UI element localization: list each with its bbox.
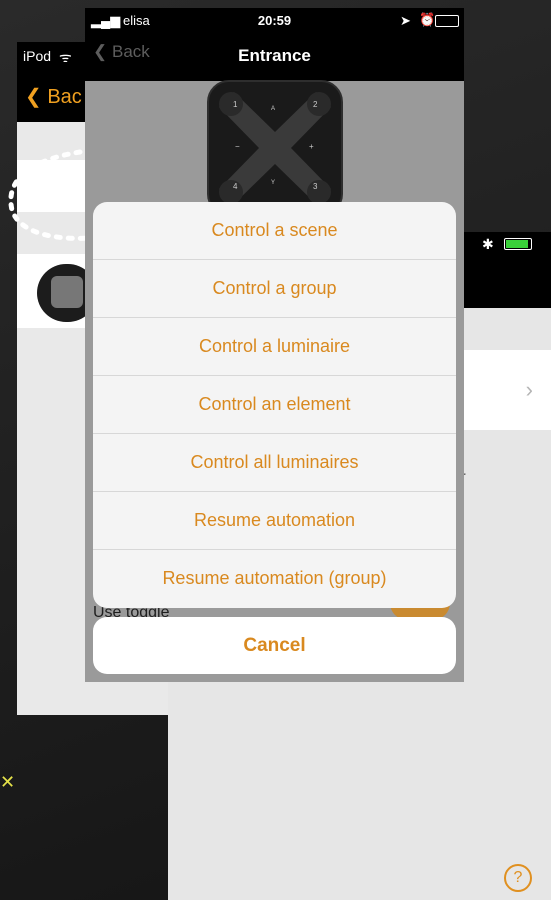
action-control-scene[interactable]: Control a scene	[93, 202, 456, 259]
action-resume-automation-group[interactable]: Resume automation (group)	[93, 549, 456, 606]
cancel-button[interactable]: Cancel	[93, 617, 456, 674]
page-title: Entrance	[238, 46, 311, 65]
action-control-luminaire[interactable]: Control a luminaire	[93, 317, 456, 374]
back-button[interactable]: ❮ Bac	[25, 84, 82, 109]
keypad-label: 3	[313, 182, 318, 191]
keypad-label: +	[309, 142, 314, 151]
chevron-right-icon: ›	[525, 377, 533, 402]
chevron-left-icon: ❮	[25, 86, 42, 108]
bluetooth-icon: ✱	[482, 236, 494, 252]
keypad-label: Y	[271, 180, 276, 186]
nav-bar: ❮ Back Entrance	[85, 33, 464, 81]
keypad-label: 2	[313, 100, 318, 109]
back-label: Bac	[47, 86, 82, 108]
action-sheet: Control a scene Control a group Control …	[93, 202, 456, 608]
alarm-icon: ⏰	[419, 12, 436, 27]
battery-icon	[504, 238, 532, 250]
keypad-x-shape	[219, 92, 331, 204]
front-phone: ▂▄▆ elisa 20:59 ➤ ⏰ ❮ Back Entrance 1 2 …	[85, 8, 464, 682]
location-icon: ➤	[400, 13, 411, 28]
device-name: iPod	[23, 48, 52, 64]
keypad-label: 4	[233, 182, 238, 191]
device-thumbnail-keypad	[51, 276, 83, 308]
status-bar: ▂▄▆ elisa 20:59 ➤ ⏰	[85, 8, 464, 33]
action-control-all-luminaires[interactable]: Control all luminaires	[93, 433, 456, 490]
help-icon[interactable]: ?	[504, 864, 532, 892]
action-resume-automation[interactable]: Resume automation	[93, 491, 456, 548]
wifi-icon: ᯤ	[59, 49, 72, 65]
keypad-device-image: 1 2 3 4 A Y + −	[207, 80, 343, 216]
decorative-mark: ✕	[0, 772, 16, 792]
keypad-label: 1	[233, 100, 238, 109]
action-control-group[interactable]: Control a group	[93, 259, 456, 316]
battery-icon	[435, 15, 459, 27]
action-control-element[interactable]: Control an element	[93, 375, 456, 432]
keypad-label: A	[271, 106, 276, 112]
keypad-label: −	[235, 142, 240, 151]
